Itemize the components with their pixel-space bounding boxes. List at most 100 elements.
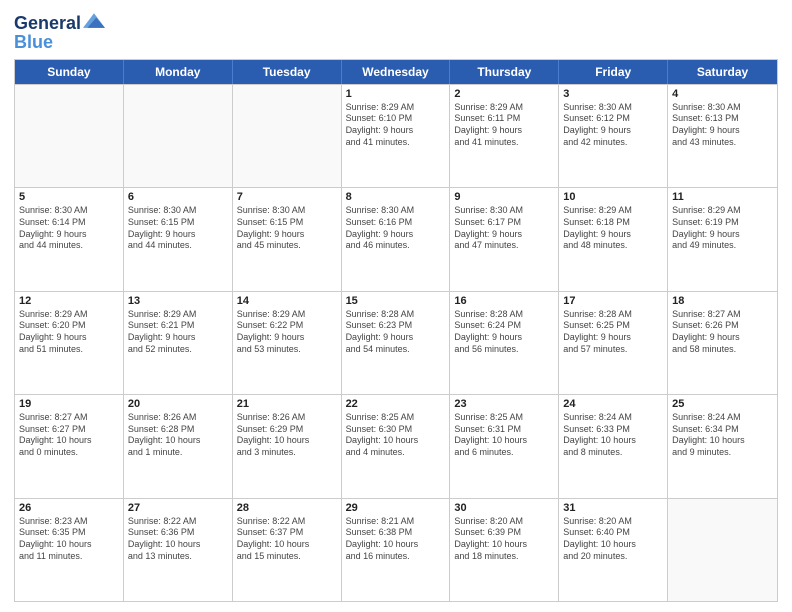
- day-number: 15: [346, 295, 446, 307]
- day-number: 31: [563, 502, 663, 514]
- day-info: Sunrise: 8:25 AM Sunset: 6:30 PM Dayligh…: [346, 412, 446, 459]
- day-cell-22: 22 Sunrise: 8:25 AM Sunset: 6:30 PM Dayli…: [342, 395, 451, 497]
- day-number: 23: [454, 398, 554, 410]
- day-cell-16: 16Sunrise: 8:28 AM Sunset: 6:24 PM Dayli…: [450, 292, 559, 394]
- empty-cell-0-0: [15, 85, 124, 187]
- day-info: Sunrise: 8:30 AM Sunset: 6:13 PM Dayligh…: [672, 102, 773, 149]
- page: General Blue SundayMondayTuesdayWednesda…: [0, 0, 792, 612]
- day-cell-25: 25 Sunrise: 8:24 AM Sunset: 6:34 PM Dayli…: [668, 395, 777, 497]
- day-number: 2: [454, 88, 554, 100]
- day-number: 13: [128, 295, 228, 307]
- day-cell-19: 19Sunrise: 8:27 AM Sunset: 6:27 PM Dayli…: [15, 395, 124, 497]
- day-cell-29: 29 Sunrise: 8:21 AM Sunset: 6:38 PM Dayli…: [342, 499, 451, 601]
- day-number: 4: [672, 88, 773, 100]
- day-cell-6: 6 Sunrise: 8:30 AM Sunset: 6:15 PM Daylig…: [124, 188, 233, 290]
- day-cell-8: 8Sunrise: 8:30 AM Sunset: 6:16 PM Daylig…: [342, 188, 451, 290]
- day-number: 29: [346, 502, 446, 514]
- day-info: Sunrise: 8:27 AM Sunset: 6:26 PM Dayligh…: [672, 309, 773, 356]
- day-cell-30: 30 Sunrise: 8:20 AM Sunset: 6:39 PM Dayli…: [450, 499, 559, 601]
- day-number: 30: [454, 502, 554, 514]
- day-info: Sunrise: 8:21 AM Sunset: 6:38 PM Dayligh…: [346, 516, 446, 563]
- logo-text: General: [14, 14, 81, 34]
- day-cell-18: 18Sunrise: 8:27 AM Sunset: 6:26 PM Dayli…: [668, 292, 777, 394]
- day-info: Sunrise: 8:29 AM Sunset: 6:22 PM Dayligh…: [237, 309, 337, 356]
- day-info: Sunrise: 8:29 AM Sunset: 6:11 PM Dayligh…: [454, 102, 554, 149]
- day-info: Sunrise: 8:28 AM Sunset: 6:24 PM Dayligh…: [454, 309, 554, 356]
- day-number: 24: [563, 398, 663, 410]
- weekday-header-sunday: Sunday: [15, 60, 124, 84]
- day-info: Sunrise: 8:28 AM Sunset: 6:23 PM Dayligh…: [346, 309, 446, 356]
- empty-cell-4-6: [668, 499, 777, 601]
- day-number: 20: [128, 398, 228, 410]
- day-cell-9: 9Sunrise: 8:30 AM Sunset: 6:17 PM Daylig…: [450, 188, 559, 290]
- day-cell-15: 15 Sunrise: 8:28 AM Sunset: 6:23 PM Dayli…: [342, 292, 451, 394]
- weekday-header-thursday: Thursday: [450, 60, 559, 84]
- day-info: Sunrise: 8:23 AM Sunset: 6:35 PM Dayligh…: [19, 516, 119, 563]
- day-number: 25: [672, 398, 773, 410]
- day-info: Sunrise: 8:30 AM Sunset: 6:15 PM Dayligh…: [128, 205, 228, 252]
- day-number: 11: [672, 191, 773, 203]
- day-cell-31: 31 Sunrise: 8:20 AM Sunset: 6:40 PM Dayli…: [559, 499, 668, 601]
- day-number: 8: [346, 191, 446, 203]
- day-number: 6: [128, 191, 228, 203]
- day-cell-5: 5 Sunrise: 8:30 AM Sunset: 6:14 PM Daylig…: [15, 188, 124, 290]
- day-number: 17: [563, 295, 663, 307]
- weekday-header-monday: Monday: [124, 60, 233, 84]
- day-cell-13: 13 Sunrise: 8:29 AM Sunset: 6:21 PM Dayli…: [124, 292, 233, 394]
- day-info: Sunrise: 8:22 AM Sunset: 6:37 PM Dayligh…: [237, 516, 337, 563]
- logo-blue: Blue: [14, 32, 105, 53]
- day-number: 1: [346, 88, 446, 100]
- day-info: Sunrise: 8:20 AM Sunset: 6:39 PM Dayligh…: [454, 516, 554, 563]
- day-cell-28: 28Sunrise: 8:22 AM Sunset: 6:37 PM Dayli…: [233, 499, 342, 601]
- day-info: Sunrise: 8:20 AM Sunset: 6:40 PM Dayligh…: [563, 516, 663, 563]
- weekday-header-tuesday: Tuesday: [233, 60, 342, 84]
- day-cell-17: 17 Sunrise: 8:28 AM Sunset: 6:25 PM Dayli…: [559, 292, 668, 394]
- day-number: 7: [237, 191, 337, 203]
- day-info: Sunrise: 8:29 AM Sunset: 6:21 PM Dayligh…: [128, 309, 228, 356]
- calendar-row-2: 12 Sunrise: 8:29 AM Sunset: 6:20 PM Dayli…: [15, 291, 777, 394]
- calendar-header: SundayMondayTuesdayWednesdayThursdayFrid…: [15, 60, 777, 84]
- day-info: Sunrise: 8:22 AM Sunset: 6:36 PM Dayligh…: [128, 516, 228, 563]
- day-info: Sunrise: 8:29 AM Sunset: 6:10 PM Dayligh…: [346, 102, 446, 149]
- day-info: Sunrise: 8:30 AM Sunset: 6:17 PM Dayligh…: [454, 205, 554, 252]
- day-cell-12: 12 Sunrise: 8:29 AM Sunset: 6:20 PM Dayli…: [15, 292, 124, 394]
- day-info: Sunrise: 8:26 AM Sunset: 6:29 PM Dayligh…: [237, 412, 337, 459]
- calendar-row-0: 1 Sunrise: 8:29 AM Sunset: 6:10 PM Daylig…: [15, 84, 777, 187]
- day-cell-10: 10 Sunrise: 8:29 AM Sunset: 6:18 PM Dayli…: [559, 188, 668, 290]
- day-number: 21: [237, 398, 337, 410]
- calendar-row-1: 5 Sunrise: 8:30 AM Sunset: 6:14 PM Daylig…: [15, 187, 777, 290]
- day-info: Sunrise: 8:30 AM Sunset: 6:12 PM Dayligh…: [563, 102, 663, 149]
- empty-cell-0-2: [233, 85, 342, 187]
- weekday-header-friday: Friday: [559, 60, 668, 84]
- day-cell-7: 7 Sunrise: 8:30 AM Sunset: 6:15 PM Daylig…: [233, 188, 342, 290]
- day-info: Sunrise: 8:24 AM Sunset: 6:33 PM Dayligh…: [563, 412, 663, 459]
- day-number: 12: [19, 295, 119, 307]
- day-number: 5: [19, 191, 119, 203]
- day-cell-23: 23 Sunrise: 8:25 AM Sunset: 6:31 PM Dayli…: [450, 395, 559, 497]
- day-info: Sunrise: 8:28 AM Sunset: 6:25 PM Dayligh…: [563, 309, 663, 356]
- day-info: Sunrise: 8:29 AM Sunset: 6:20 PM Dayligh…: [19, 309, 119, 356]
- day-cell-2: 2 Sunrise: 8:29 AM Sunset: 6:11 PM Daylig…: [450, 85, 559, 187]
- day-info: Sunrise: 8:26 AM Sunset: 6:28 PM Dayligh…: [128, 412, 228, 459]
- day-info: Sunrise: 8:29 AM Sunset: 6:19 PM Dayligh…: [672, 205, 773, 252]
- day-cell-1: 1 Sunrise: 8:29 AM Sunset: 6:10 PM Daylig…: [342, 85, 451, 187]
- day-number: 19: [19, 398, 119, 410]
- weekday-header-wednesday: Wednesday: [342, 60, 451, 84]
- day-cell-14: 14 Sunrise: 8:29 AM Sunset: 6:22 PM Dayli…: [233, 292, 342, 394]
- day-number: 26: [19, 502, 119, 514]
- calendar-body: 1 Sunrise: 8:29 AM Sunset: 6:10 PM Daylig…: [15, 84, 777, 601]
- header: General Blue: [14, 10, 778, 53]
- day-info: Sunrise: 8:25 AM Sunset: 6:31 PM Dayligh…: [454, 412, 554, 459]
- day-info: Sunrise: 8:24 AM Sunset: 6:34 PM Dayligh…: [672, 412, 773, 459]
- day-cell-24: 24 Sunrise: 8:24 AM Sunset: 6:33 PM Dayli…: [559, 395, 668, 497]
- day-number: 10: [563, 191, 663, 203]
- day-info: Sunrise: 8:30 AM Sunset: 6:14 PM Dayligh…: [19, 205, 119, 252]
- day-info: Sunrise: 8:30 AM Sunset: 6:15 PM Dayligh…: [237, 205, 337, 252]
- logo-icon: [83, 11, 105, 33]
- day-number: 14: [237, 295, 337, 307]
- day-number: 27: [128, 502, 228, 514]
- day-cell-20: 20 Sunrise: 8:26 AM Sunset: 6:28 PM Dayli…: [124, 395, 233, 497]
- day-cell-3: 3Sunrise: 8:30 AM Sunset: 6:12 PM Daylig…: [559, 85, 668, 187]
- day-number: 22: [346, 398, 446, 410]
- day-info: Sunrise: 8:29 AM Sunset: 6:18 PM Dayligh…: [563, 205, 663, 252]
